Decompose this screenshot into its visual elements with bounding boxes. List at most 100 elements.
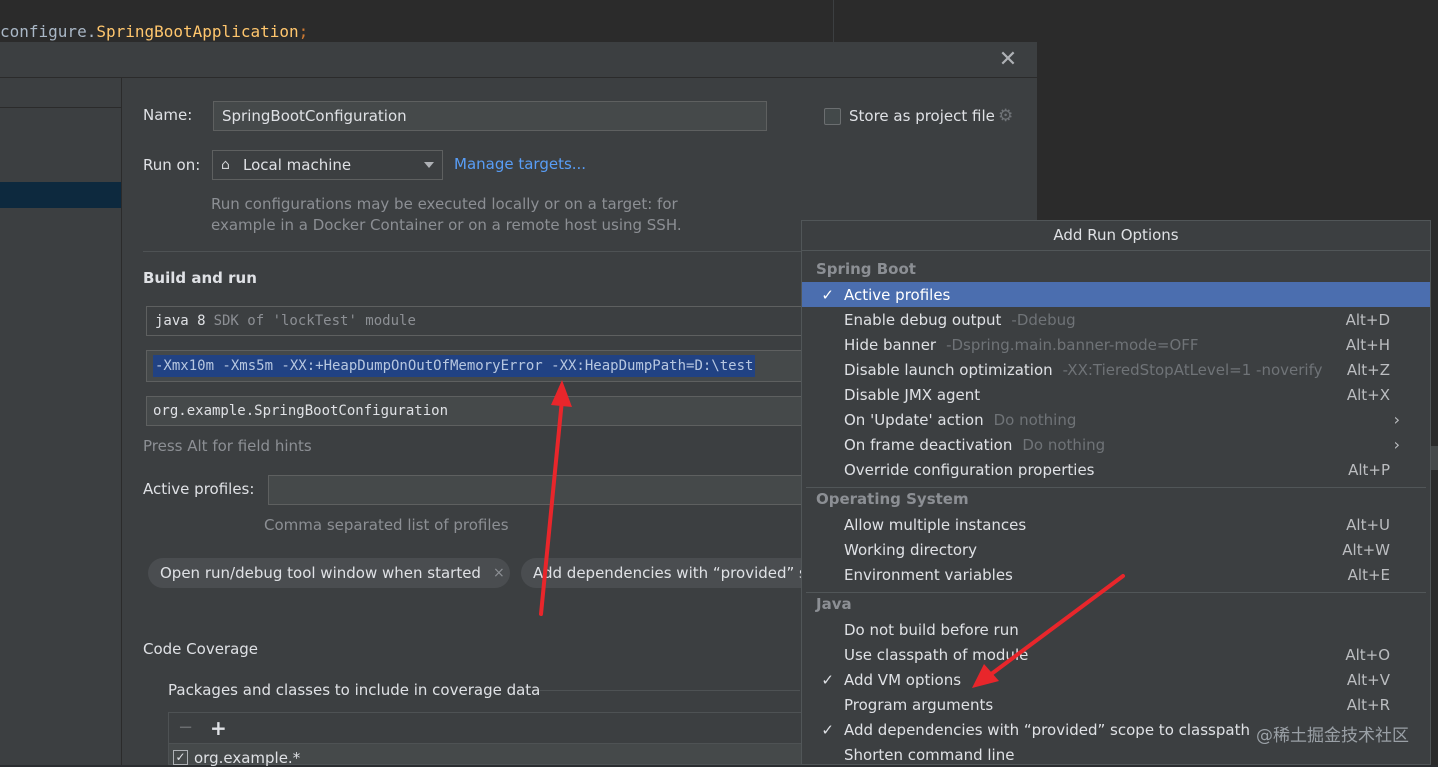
coverage-packages-label: Packages and classes to include in cover… bbox=[168, 681, 541, 699]
run-option-shortcut: Alt+U bbox=[1346, 515, 1390, 534]
code-class-name: SpringBootApplication bbox=[96, 22, 299, 41]
run-option-label: Working directory bbox=[844, 540, 978, 559]
run-option-item[interactable]: On 'Update' action Do nothing › bbox=[802, 407, 1430, 432]
run-option-item[interactable]: Working directory Alt+W bbox=[802, 537, 1430, 562]
run-option-detail: -XX:TieredStopAtLevel=1 -noverify bbox=[1062, 360, 1323, 379]
sdk-module-hint: SDK of 'lockTest' module bbox=[213, 313, 416, 329]
run-option-label: Add VM options bbox=[844, 670, 962, 689]
run-option-label: Disable JMX agent bbox=[844, 385, 981, 404]
field-hint: Press Alt for field hints bbox=[143, 437, 312, 455]
code-coverage-heading: Code Coverage bbox=[143, 640, 259, 658]
run-option-label: Active profiles bbox=[844, 285, 951, 304]
run-option-shortcut: Alt+R bbox=[1346, 695, 1390, 714]
coverage-pattern-checkbox[interactable]: ✓ bbox=[173, 750, 188, 765]
run-option-item[interactable]: Do not build before run bbox=[802, 617, 1430, 642]
active-profiles-label: Active profiles: bbox=[143, 480, 255, 498]
run-option-label: Override configuration properties bbox=[844, 460, 1095, 479]
run-option-label: Use classpath of module bbox=[844, 645, 1029, 664]
chevron-right-icon: › bbox=[1393, 410, 1400, 429]
run-option-item[interactable]: On frame deactivation Do nothing › bbox=[802, 432, 1430, 457]
popup-group-heading: Java bbox=[816, 595, 852, 613]
build-and-run-heading: Build and run bbox=[143, 269, 257, 287]
coverage-pattern: org.example.* bbox=[194, 749, 301, 767]
run-option-detail: -Dspring.main.banner-mode=OFF bbox=[946, 335, 1199, 354]
popup-group-divider bbox=[806, 592, 1426, 593]
run-option-shortcut: Alt+H bbox=[1345, 335, 1390, 354]
store-as-project-file-checkbox[interactable] bbox=[824, 108, 841, 125]
run-option-label: Environment variables bbox=[844, 565, 1013, 584]
dialog-header bbox=[0, 42, 1037, 78]
main-class-input[interactable]: org.example.SpringBootConfiguration bbox=[146, 396, 806, 426]
chevron-down-icon bbox=[424, 162, 434, 168]
run-option-shortcut: Alt+W bbox=[1342, 540, 1390, 559]
run-option-item[interactable]: ✓ Active profiles bbox=[802, 282, 1430, 307]
run-option-label: Enable debug output bbox=[844, 310, 1002, 329]
active-profiles-input[interactable] bbox=[268, 475, 808, 505]
run-option-item[interactable]: Override configuration properties Alt+P bbox=[802, 457, 1430, 482]
chevron-right-icon: › bbox=[1393, 435, 1400, 454]
run-on-description: Run configurations may be executed local… bbox=[211, 195, 682, 234]
run-option-label: Hide banner bbox=[844, 335, 937, 354]
run-option-item[interactable]: Hide banner -Dspring.main.banner-mode=OFF… bbox=[802, 332, 1430, 357]
run-option-item[interactable]: Environment variables Alt+E bbox=[802, 562, 1430, 587]
run-option-item[interactable]: Disable launch optimization -XX:TieredSto… bbox=[802, 357, 1430, 382]
popup-title: Add Run Options bbox=[802, 221, 1430, 251]
run-option-detail: -Ddebug bbox=[1011, 310, 1076, 329]
watermark: @稀土掘金技术社区 bbox=[1256, 726, 1409, 746]
sdk-select[interactable]: java 8 SDK of 'lockTest' module bbox=[146, 306, 806, 336]
run-on-value: Local machine bbox=[243, 156, 352, 174]
run-option-item[interactable]: Disable JMX agent Alt+X bbox=[802, 382, 1430, 407]
coverage-toolbar bbox=[168, 712, 808, 744]
run-option-item[interactable]: ✓ Add VM options Alt+V bbox=[802, 667, 1430, 692]
run-option-label: On frame deactivation bbox=[844, 435, 1013, 454]
section-divider bbox=[143, 251, 803, 252]
run-option-label: Program arguments bbox=[844, 695, 994, 714]
popup-group-heading: Spring Boot bbox=[816, 260, 916, 278]
sidebar-selected-item[interactable] bbox=[0, 182, 121, 208]
close-button[interactable]: ✕ bbox=[996, 48, 1020, 72]
run-option-shortcut: Alt+V bbox=[1346, 670, 1390, 689]
close-icon[interactable]: × bbox=[493, 565, 505, 581]
run-option-detail: Do nothing bbox=[1022, 435, 1106, 454]
editor-divider bbox=[833, 0, 834, 42]
sidebar-divider bbox=[0, 107, 121, 108]
check-icon: ✓ bbox=[821, 720, 834, 739]
home-icon: ⌂ bbox=[221, 157, 230, 173]
gear-icon[interactable]: ⚙ bbox=[998, 107, 1016, 125]
open-tool-window-chip[interactable]: Open run/debug tool window when started × bbox=[148, 558, 510, 588]
coverage-divider bbox=[540, 690, 800, 691]
run-option-detail: Do nothing bbox=[993, 410, 1077, 429]
manage-targets-link[interactable]: Manage targets... bbox=[454, 155, 586, 173]
run-option-shortcut: Alt+O bbox=[1345, 645, 1390, 664]
run-option-shortcut: Alt+Z bbox=[1346, 360, 1390, 379]
add-dependencies-chip[interactable]: Add dependencies with “provided” scope t… bbox=[521, 558, 821, 588]
run-on-select[interactable]: ⌂ Local machine bbox=[212, 150, 443, 180]
run-option-shortcut: Alt+D bbox=[1345, 310, 1390, 329]
run-option-item[interactable]: Enable debug output -Ddebug Alt+D bbox=[802, 307, 1430, 332]
run-option-shortcut: Alt+E bbox=[1347, 565, 1390, 584]
run-option-shortcut: Alt+X bbox=[1346, 385, 1390, 404]
check-icon: ✓ bbox=[821, 285, 834, 304]
run-option-label: Do not build before run bbox=[844, 620, 1019, 639]
name-label: Name: bbox=[143, 106, 193, 124]
run-on-label: Run on: bbox=[143, 156, 201, 174]
popup-group-heading: Operating System bbox=[816, 490, 969, 508]
run-option-item[interactable]: Use classpath of module Alt+O bbox=[802, 642, 1430, 667]
run-option-label: Shorten command line bbox=[844, 745, 1015, 764]
run-option-label: Add dependencies with “provided” scope t… bbox=[844, 720, 1250, 739]
popup-group-divider bbox=[806, 487, 1426, 488]
store-as-project-file-label[interactable]: Store as project file bbox=[849, 107, 995, 125]
run-option-label: Allow multiple instances bbox=[844, 515, 1027, 534]
run-option-label: Disable launch optimization bbox=[844, 360, 1053, 379]
run-option-shortcut: Alt+P bbox=[1348, 460, 1390, 479]
run-option-label: On 'Update' action bbox=[844, 410, 984, 429]
add-pattern-button[interactable]: + bbox=[210, 716, 227, 740]
code-line: configure.SpringBootApplication; bbox=[0, 22, 309, 41]
run-option-item[interactable]: Program arguments Alt+R bbox=[802, 692, 1430, 717]
remove-pattern-button[interactable]: − bbox=[178, 717, 193, 738]
vm-options-input[interactable]: -Xmx10m -Xms5m -XX:+HeapDumpOnOutOfMemor… bbox=[146, 350, 806, 382]
check-icon: ✓ bbox=[821, 670, 834, 689]
active-profiles-hint: Comma separated list of profiles bbox=[264, 516, 509, 534]
run-option-item[interactable]: Allow multiple instances Alt+U bbox=[802, 512, 1430, 537]
name-input[interactable]: SpringBootConfiguration bbox=[213, 101, 767, 131]
